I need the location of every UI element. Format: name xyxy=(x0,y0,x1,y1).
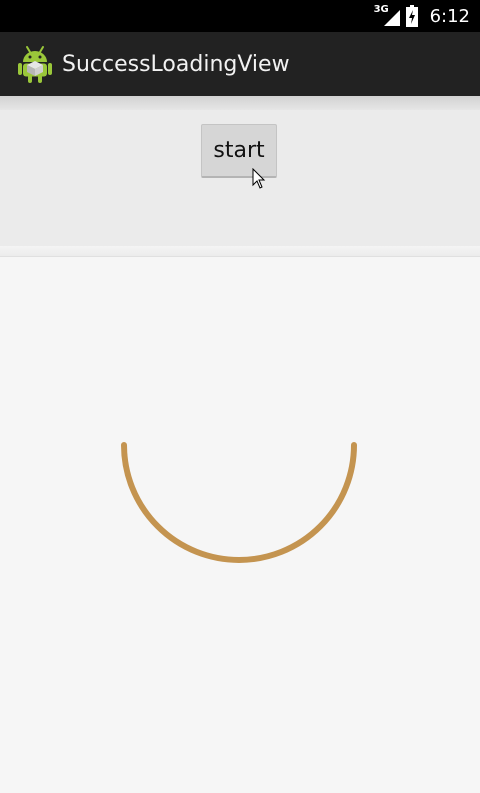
status-clock: 6:12 xyxy=(429,5,470,27)
action-bar: SuccessLoadingView xyxy=(0,32,480,96)
battery-charging-icon xyxy=(405,5,418,27)
status-bar: 3G 6:12 xyxy=(0,0,480,32)
status-icons: 3G 6:12 xyxy=(374,0,470,32)
signal-icon xyxy=(383,10,400,26)
network-indicator: 3G xyxy=(374,4,400,28)
android-icon xyxy=(18,46,52,83)
mouse-cursor-icon xyxy=(252,168,266,189)
action-bar-shadow xyxy=(0,96,480,110)
app-title: SuccessLoadingView xyxy=(62,51,290,77)
success-loading-view xyxy=(121,442,357,563)
loading-arc xyxy=(121,442,357,563)
